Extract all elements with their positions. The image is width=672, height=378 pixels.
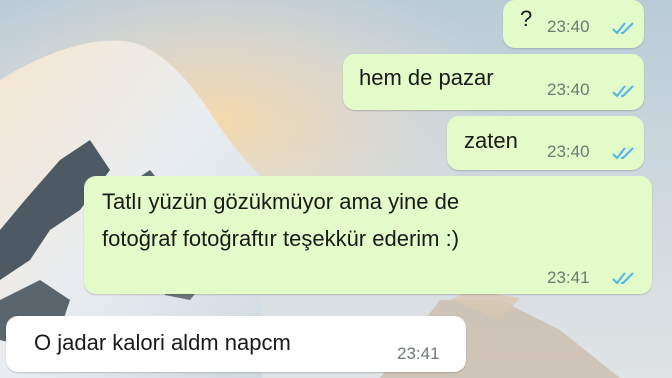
outgoing-message-bubble[interactable]: hem de pazar 23:40 (343, 54, 644, 110)
read-receipt-icon (612, 147, 634, 160)
message-text-line-1: Tatlı yüzün gözükmüyor ama yine de (102, 189, 460, 214)
message-time: 23:41 (547, 268, 590, 287)
outgoing-message-bubble[interactable]: ? 23:40 (503, 0, 644, 48)
message-text: O jadar kalori aldm napcm (34, 330, 291, 355)
message-text: ? (520, 6, 533, 31)
message-time: 23:40 (547, 80, 590, 99)
outgoing-message-bubble[interactable]: Tatlı yüzün gözükmüyor ama yine de fotoğ… (84, 176, 652, 294)
incoming-message-bubble[interactable]: O jadar kalori aldm napcm 23:41 (6, 316, 466, 372)
message-text-line-2: fotoğraf fotoğraftır teşekkür ederim :) (102, 226, 460, 251)
read-receipt-icon (612, 85, 634, 98)
message-text: hem de pazar (359, 65, 494, 90)
message-text: zaten (464, 128, 518, 153)
outgoing-message-bubble[interactable]: zaten 23:40 (447, 116, 644, 170)
read-receipt-icon (612, 272, 634, 285)
message-time: 23:40 (547, 142, 590, 161)
message-time: 23:41 (397, 344, 440, 363)
message-time: 23:40 (547, 17, 590, 36)
read-receipt-icon (612, 22, 634, 35)
